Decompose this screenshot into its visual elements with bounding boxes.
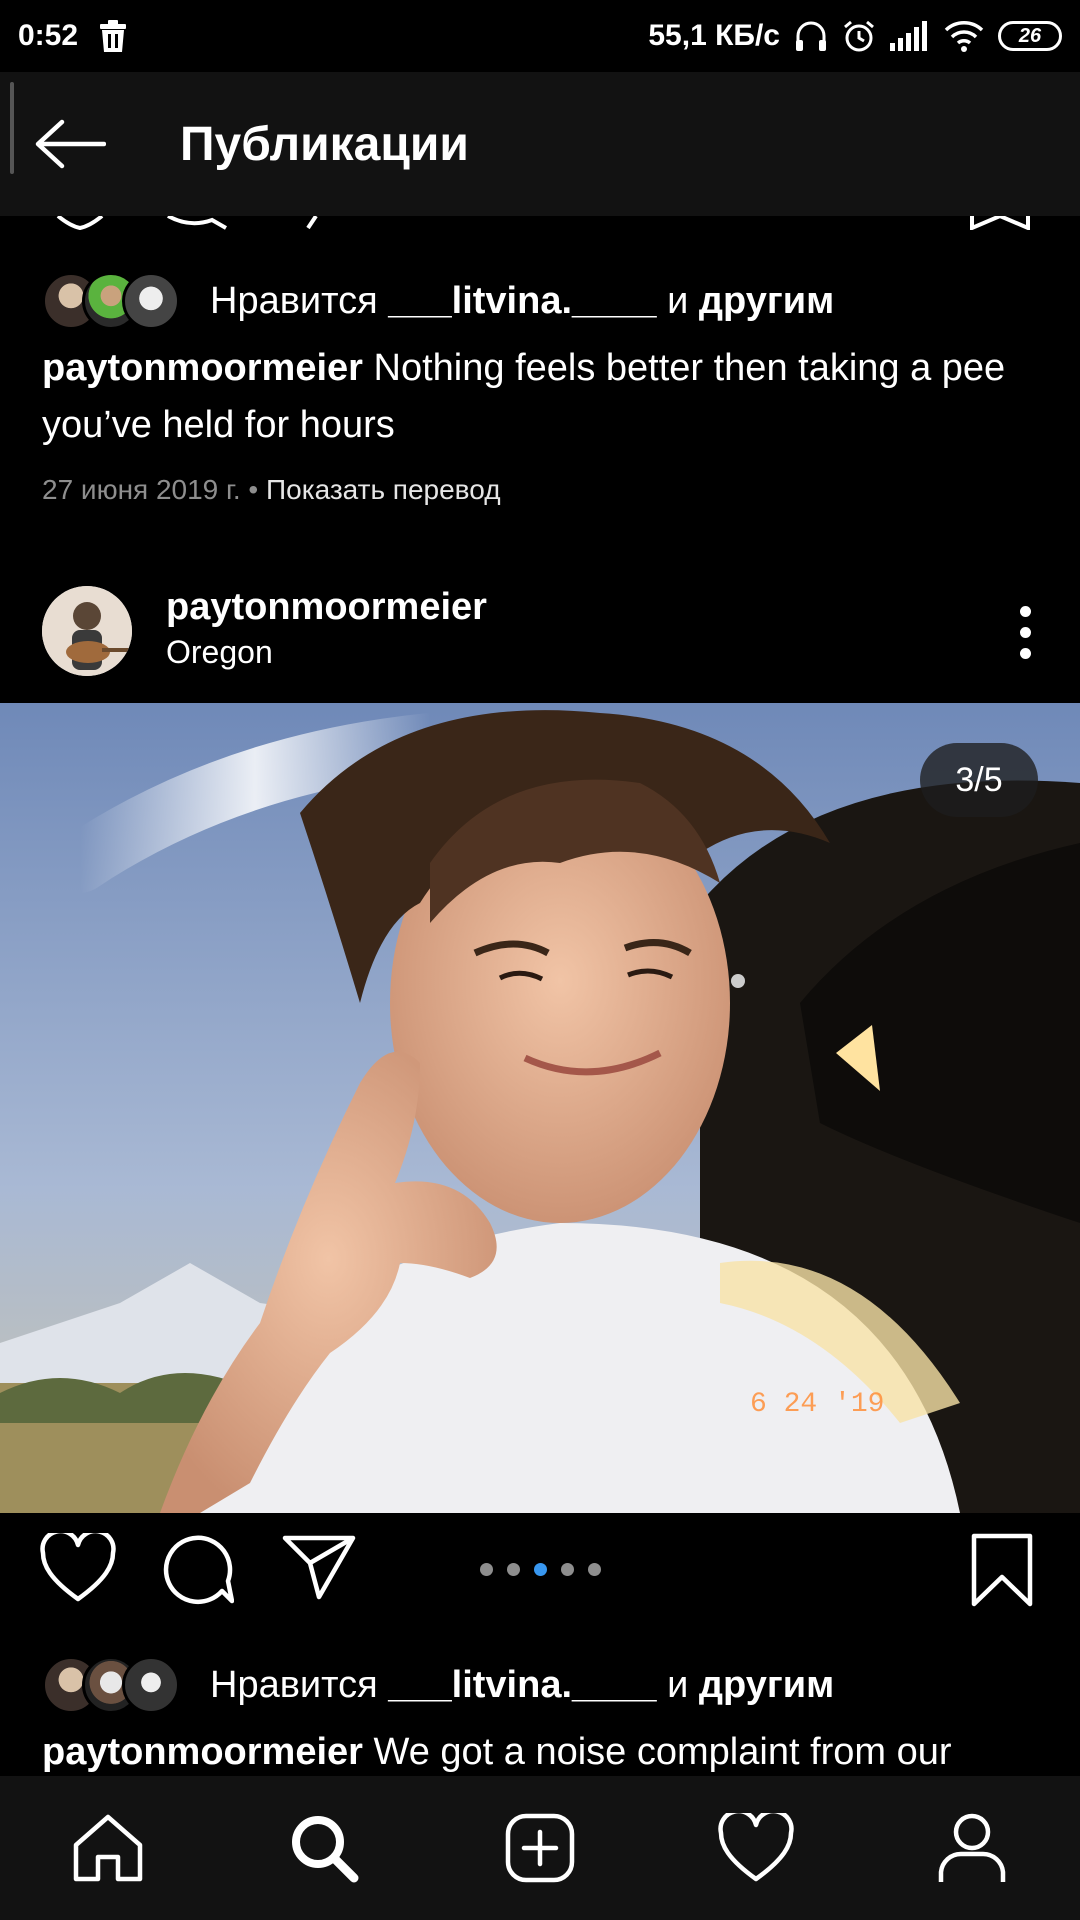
more-options-button[interactable] <box>1010 592 1040 672</box>
carousel-dot <box>480 1563 493 1576</box>
post-header: paytonmoormeier Oregon <box>0 572 1080 692</box>
carousel-dot <box>561 1563 574 1576</box>
nav-home[interactable] <box>38 1776 178 1920</box>
likes-prefix: Нравится <box>210 279 378 322</box>
caption-block: paytonmoormeier We got a noise complaint… <box>42 1724 1052 1776</box>
liker-avatars <box>42 1656 182 1714</box>
status-indicators: 55,1 КБ/с 26 <box>648 19 1062 53</box>
activity-heart-icon <box>718 1813 794 1882</box>
home-icon <box>73 1814 143 1882</box>
show-translation-link[interactable]: Показать перевод <box>266 474 501 505</box>
dot <box>1019 647 1031 659</box>
liker-username[interactable]: ___litvina.____ <box>388 280 656 323</box>
profile-photo <box>42 586 132 676</box>
nav-profile[interactable] <box>902 1776 1042 1920</box>
nav-search[interactable] <box>254 1776 394 1920</box>
bookmark-icon[interactable] <box>970 1533 1034 1607</box>
profile-icon <box>938 1813 1006 1882</box>
add-post-icon <box>505 1813 575 1883</box>
bottom-nav <box>0 1776 1080 1920</box>
post-meta: 27 июня 2019 г. • Показать перевод <box>42 474 501 506</box>
battery-level: 26 <box>1018 24 1042 47</box>
nav-new-post[interactable] <box>470 1776 610 1920</box>
headphones-icon <box>796 21 826 51</box>
likes-row[interactable]: Нравится ___litvina.____ и другим <box>42 272 834 330</box>
avatar[interactable] <box>42 586 132 676</box>
post-username[interactable]: paytonmoormeier <box>166 586 487 629</box>
arrow-left-icon <box>35 119 106 169</box>
carousel-dots <box>480 1563 601 1576</box>
liker-username[interactable]: ___litvina.____ <box>388 1664 656 1707</box>
scroll-indicator <box>10 82 14 174</box>
signal-icon <box>890 21 927 51</box>
likes-others-link[interactable]: другим <box>699 1664 834 1707</box>
photo: 6 24 '19 <box>0 703 1080 1513</box>
nav-activity[interactable] <box>686 1776 826 1920</box>
caption-username[interactable]: paytonmoormeier <box>42 347 363 389</box>
back-button[interactable] <box>0 72 140 216</box>
wifi-icon <box>944 21 984 52</box>
image-date-stamp: 6 24 '19 <box>750 1389 884 1420</box>
status-bar: 0:52 55,1 КБ/с 26 <box>0 0 1080 72</box>
likes-others-link[interactable]: другим <box>699 280 834 323</box>
post-date: 27 июня 2019 г. <box>42 474 241 505</box>
comment-icon[interactable] <box>162 1533 234 1605</box>
battery-icon: 26 <box>998 21 1062 51</box>
avatar <box>122 272 180 330</box>
likes-conj: и <box>667 1663 689 1706</box>
meta-separator: • <box>248 474 259 505</box>
post-action-row <box>0 1513 1080 1623</box>
carousel-counter-badge: 3/5 <box>920 743 1038 817</box>
feed[interactable]: Нравится ___litvina.____ и другим payton… <box>0 216 1080 1776</box>
alarm-icon <box>844 20 874 52</box>
caption-text: We got a noise complaint from our <box>373 1731 952 1773</box>
likes-row[interactable]: Нравится ___litvina.____ и другим <box>42 1656 834 1714</box>
dot <box>1019 626 1031 638</box>
previous-post-action-icons <box>56 216 1030 230</box>
likes-prefix: Нравится <box>210 1663 378 1706</box>
page-title: Публикации <box>180 117 469 171</box>
caption-block: paytonmoormeier Nothing feels better the… <box>42 340 1052 454</box>
app-header: Публикации <box>0 72 1080 216</box>
avatar <box>122 1656 180 1714</box>
network-speed: 55,1 КБ/с <box>648 19 780 52</box>
status-time: 0:52 <box>18 19 79 52</box>
caption-username[interactable]: paytonmoormeier <box>42 1731 363 1773</box>
search-icon <box>292 1816 359 1883</box>
likes-conj: и <box>667 279 689 322</box>
carousel-dot <box>588 1563 601 1576</box>
carousel-dot <box>507 1563 520 1576</box>
post-location[interactable]: Oregon <box>166 634 273 671</box>
carousel-dot-active <box>534 1563 547 1576</box>
trash-icon <box>100 20 127 52</box>
like-heart-icon[interactable] <box>40 1533 116 1603</box>
dot <box>1019 605 1031 617</box>
liker-avatars <box>42 272 182 330</box>
share-send-icon[interactable] <box>282 1533 356 1601</box>
post-image[interactable]: 6 24 '19 3/5 <box>0 703 1080 1513</box>
